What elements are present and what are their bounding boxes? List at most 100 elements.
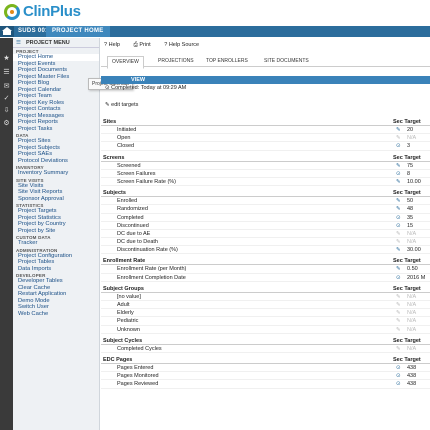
stat-label: Enrollment Completion Date bbox=[117, 274, 186, 281]
stat-row: Pages Reviewed ⊙ 438 bbox=[101, 380, 430, 389]
menu-item-project-by-site[interactable]: Project by Site bbox=[13, 228, 99, 235]
set-target-icon[interactable]: ✎ bbox=[396, 231, 401, 237]
stat-label: Completed Cycles bbox=[117, 345, 162, 352]
download-icon[interactable]: ⇩ bbox=[3, 107, 10, 114]
menu-item-data-imports[interactable]: Data Imports bbox=[13, 266, 99, 273]
menu-item-inventory-summary[interactable]: Inventory Summary bbox=[13, 170, 99, 177]
stat-value: 35 bbox=[407, 214, 414, 221]
clinplus-logo-icon bbox=[4, 4, 20, 20]
stat-value: 438 bbox=[407, 381, 417, 388]
stat-label: Elderly bbox=[117, 310, 134, 317]
stat-label: Pediatric bbox=[117, 318, 139, 325]
stat-value: N/A bbox=[407, 318, 417, 325]
menu-item-protocol-deviations[interactable]: Protocol Deviations bbox=[13, 158, 99, 165]
set-target-icon[interactable]: ✎ bbox=[396, 239, 401, 245]
stat-row: Screened ✎ 75 bbox=[101, 162, 430, 170]
print-label: Print bbox=[139, 42, 151, 48]
stat-row: DC due to Death ✎ N/A bbox=[101, 238, 430, 247]
stat-group-header: Sites Sec Target bbox=[101, 118, 430, 126]
set-target-icon[interactable]: ✎ bbox=[396, 318, 401, 324]
set-target-icon[interactable]: ✎ bbox=[396, 346, 401, 352]
set-target-icon[interactable]: ✎ bbox=[396, 206, 401, 212]
star-icon[interactable]: ★ bbox=[3, 55, 10, 62]
set-target-icon[interactable]: ✎ bbox=[396, 127, 401, 133]
completed-text: Completed: Today at 09:29 AM bbox=[111, 85, 187, 91]
print-link[interactable]: ⎙ Print bbox=[133, 42, 156, 48]
check-icon[interactable]: ✓ bbox=[3, 95, 10, 102]
project-home-breadcrumb[interactable]: PROJECT HOME bbox=[46, 26, 110, 37]
stat-label: Enrollment Rate (per Month) bbox=[117, 266, 187, 273]
stat-label: Unknown bbox=[117, 326, 140, 333]
stat-row: Closed ⊙ 3 bbox=[101, 142, 430, 151]
stat-row: Enrollment Rate (per Month) ✎ 0.50 bbox=[101, 265, 430, 274]
help-link[interactable]: ? Help bbox=[104, 42, 126, 48]
help-source-label: Help Source bbox=[168, 42, 200, 48]
app-header: ClinPlus bbox=[0, 0, 430, 26]
stat-value: N/A bbox=[407, 345, 417, 352]
stat-row: Elderly ✎ N/A bbox=[101, 309, 430, 318]
stat-value: 75 bbox=[407, 162, 414, 169]
tab-overview[interactable]: OVERVIEW bbox=[107, 56, 144, 69]
stat-row: Pediatric ✎ N/A bbox=[101, 317, 430, 326]
stat-label: Pages Entered bbox=[117, 364, 154, 371]
set-target-icon[interactable]: ✎ bbox=[396, 179, 401, 185]
stat-value: N/A bbox=[407, 230, 417, 237]
stat-row: Discontinued ⊙ 15 bbox=[101, 222, 430, 230]
stat-label: Screened bbox=[117, 162, 141, 169]
set-target-icon[interactable]: ✎ bbox=[396, 310, 401, 316]
menu-item-sponsor-approval[interactable]: Sponsor Approval bbox=[13, 196, 99, 203]
stat-row: Randomized ✎ 48 bbox=[101, 205, 430, 214]
stat-value: N/A bbox=[407, 135, 417, 142]
stat-row: Pages Entered ⊙ 438 bbox=[101, 364, 430, 373]
help-label: Help bbox=[108, 42, 120, 48]
settings-icon[interactable]: ⚙ bbox=[3, 120, 10, 127]
target-reached-icon: ⊙ bbox=[396, 274, 401, 281]
tab-top-enrollers[interactable]: TOP ENROLLERS bbox=[206, 58, 248, 64]
mail-icon[interactable]: ✉ bbox=[3, 83, 10, 90]
stat-value: 2016 M bbox=[407, 274, 426, 281]
menu-item-project-tasks[interactable]: Project Tasks bbox=[13, 126, 99, 133]
stat-value: 48 bbox=[407, 206, 414, 213]
menu-icon[interactable]: ☰ bbox=[16, 40, 22, 46]
tab-site-documents[interactable]: SITE DOCUMENTS bbox=[264, 58, 309, 64]
stat-group-title: Screens bbox=[103, 154, 125, 161]
target-reached-icon: ⊙ bbox=[396, 364, 401, 371]
stat-group: EDC Pages Sec Target Pages Entered ⊙ 438 Page… bbox=[101, 356, 430, 389]
stat-row: Adult ✎ N/A bbox=[101, 301, 430, 310]
set-target-icon[interactable]: ✎ bbox=[396, 327, 401, 333]
target-reached-icon: ⊙ bbox=[396, 143, 401, 150]
set-target-icon[interactable]: ✎ bbox=[396, 302, 401, 308]
stat-group: Subject Cycles Sec Target Completed Cycles… bbox=[101, 337, 430, 353]
stat-value: N/A bbox=[407, 293, 417, 300]
menu-item-tracker[interactable]: Tracker bbox=[13, 240, 99, 247]
home-icon[interactable] bbox=[0, 26, 14, 37]
target-reached-icon: ⊙ bbox=[396, 373, 401, 380]
stat-label: Pages Monitored bbox=[117, 373, 159, 380]
toolbar: ? Help ⎙ Print ? Help Source bbox=[104, 42, 211, 49]
stat-value: 10.00 bbox=[407, 178, 421, 185]
set-target-icon[interactable]: ✎ bbox=[396, 247, 401, 253]
set-target-icon[interactable]: ✎ bbox=[396, 163, 401, 169]
stat-value: 3 bbox=[407, 143, 411, 150]
menu-item-web-cache[interactable]: Web Cache bbox=[13, 311, 99, 318]
help-source-link[interactable]: ? Help Source bbox=[164, 42, 205, 48]
stat-group-header: Screens Sec Target bbox=[101, 154, 430, 162]
set-target-icon[interactable]: ✎ bbox=[396, 135, 401, 141]
tab-projections[interactable]: PROJECTIONS bbox=[158, 58, 194, 64]
target-reached-icon: ⊙ bbox=[396, 170, 401, 177]
set-target-icon[interactable]: ✎ bbox=[396, 294, 401, 300]
sec-target-header: Sec Target bbox=[393, 119, 421, 125]
list-icon[interactable]: ☰ bbox=[3, 69, 10, 76]
stat-row: Discontinuation Rate (%) ✎ 30.00 bbox=[101, 246, 430, 255]
menu-sections: PROJECT Project Home Project Events Project… bbox=[13, 49, 99, 317]
stat-value: N/A bbox=[407, 326, 417, 333]
stat-row: Screen Failure Rate (%) ✎ 10.00 bbox=[101, 178, 430, 187]
set-target-icon[interactable]: ✎ bbox=[396, 198, 401, 204]
stat-label: Closed bbox=[117, 143, 135, 150]
set-target-icon[interactable]: ✎ bbox=[396, 266, 401, 272]
stat-row: Unknown ✎ N/A bbox=[101, 326, 430, 334]
tab-bar: OVERVIEW PROJECTIONS TOP ENROLLERS SITE … bbox=[101, 55, 430, 69]
edit-targets-link[interactable]: ✎ edit targets bbox=[105, 102, 138, 108]
study-breadcrumb[interactable]: SUDS 001 bbox=[18, 28, 49, 34]
stat-row: Pages Monitored ⊙ 438 bbox=[101, 372, 430, 381]
